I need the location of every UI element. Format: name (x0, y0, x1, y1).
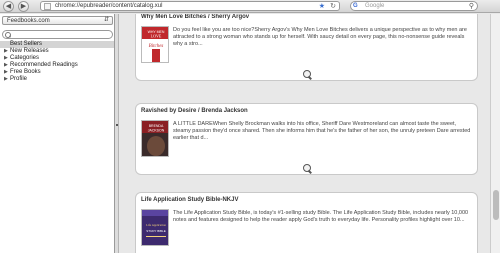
book-title[interactable]: Why Men Love Bitches / Sherry Argov (141, 14, 249, 20)
search-go-icon[interactable]: ⚲ (469, 2, 474, 11)
sidebar-splitter[interactable] (115, 14, 119, 253)
tree-item-label: Free Books (10, 69, 41, 75)
bookmark-star-icon[interactable]: ★ (319, 2, 325, 11)
scrollbar-thumb[interactable] (493, 190, 499, 220)
tree-item[interactable]: ▶ Recommended Readings (0, 62, 114, 69)
catalog-search-input[interactable] (2, 30, 113, 39)
forward-button[interactable]: ▶ (18, 1, 29, 12)
book-title[interactable]: Life Application Study Bible-NKJV (141, 197, 238, 203)
cover-line: JACKSON (148, 129, 165, 133)
catalog-sidebar: Feedbooks.com ⇵ Best Sellers ▶ New Release… (0, 14, 115, 253)
url-text[interactable]: chrome://epubreader/content/catalog.xul (55, 3, 162, 9)
search-icon (5, 31, 11, 38)
reload-icon[interactable]: ↻ (330, 2, 336, 11)
book-description: Do you feel like you are too nice?Sherry… (173, 27, 467, 47)
page-favicon-icon (44, 2, 51, 10)
back-button[interactable]: ◀ (3, 1, 14, 12)
tree-item[interactable]: ▶ Profile (0, 76, 114, 83)
feed-select[interactable]: Feedbooks.com ⇵ (2, 16, 113, 25)
cover-line: BRENDA (149, 124, 164, 128)
search-engine-placeholder[interactable]: Google (365, 3, 384, 9)
zoom-icon[interactable] (303, 164, 312, 173)
book-cover[interactable]: Life Application STUDY BIBLE (141, 209, 169, 246)
expand-triangle-icon[interactable]: ▶ (4, 48, 8, 55)
book-list: Why Men Love Bitches / Sherry Argov WHY … (120, 14, 490, 253)
book-cover[interactable]: WHY MEN LOVE Bitches (141, 26, 169, 63)
book-cover[interactable]: BRENDA JACKSON (141, 120, 169, 157)
cover-line: Bitches (149, 44, 164, 49)
splitter-grip-icon[interactable] (116, 124, 118, 126)
tree-item-label: Profile (10, 76, 28, 82)
tree-item-label: Categories (10, 55, 40, 61)
tree-item[interactable]: ▶ New Releases (0, 48, 114, 55)
tree-item-label: New Releases (10, 48, 49, 54)
google-logo-icon[interactable]: G (353, 3, 362, 10)
tree-item-label: Recommended Readings (10, 62, 78, 68)
expand-triangle-icon[interactable]: ▶ (4, 76, 8, 83)
book-card[interactable]: Why Men Love Bitches / Sherry Argov WHY … (135, 14, 478, 81)
tree-item[interactable]: Best Sellers (0, 41, 114, 48)
url-bar[interactable]: chrome://epubreader/content/catalog.xul … (40, 1, 340, 11)
book-description: A LITTLE DAREWhen Shelly Brockman walks … (173, 121, 471, 141)
forward-arrow-icon: ▶ (20, 3, 27, 10)
expand-triangle-icon[interactable]: ▶ (4, 62, 8, 69)
search-engine-box[interactable]: G Google ⚲ (350, 1, 478, 11)
cover-line: STUDY BIBLE (146, 229, 165, 233)
book-card[interactable]: Life Application Study Bible-NKJV Life A… (135, 192, 478, 253)
book-title[interactable]: Ravished by Desire / Brenda Jackson (141, 108, 248, 114)
category-tree: Best Sellers ▶ New Releases ▶ Categories ▶ Rec… (0, 41, 114, 83)
cover-line: LOVE (151, 34, 162, 39)
tree-item[interactable]: ▶ Free Books (0, 69, 114, 76)
browser-toolbar: ◀ ▶ chrome://epubreader/content/catalog.… (0, 0, 500, 13)
book-description: The Life Application Study Bible, is tod… (173, 210, 469, 223)
book-card[interactable]: Ravished by Desire / Brenda Jackson BREN… (135, 103, 478, 175)
feed-select-value: Feedbooks.com (7, 17, 50, 24)
back-arrow-icon: ◀ (5, 3, 12, 10)
tree-item[interactable]: ▶ Categories (0, 55, 114, 62)
expand-triangle-icon[interactable]: ▶ (4, 69, 8, 76)
zoom-icon[interactable] (303, 70, 312, 79)
dropdown-arrows-icon: ⇵ (103, 17, 109, 23)
tree-item-label: Best Sellers (10, 41, 43, 47)
content-scrollbar[interactable] (490, 14, 500, 253)
cover-line: Life Application (146, 223, 166, 227)
expand-triangle-icon[interactable]: ▶ (4, 55, 8, 62)
